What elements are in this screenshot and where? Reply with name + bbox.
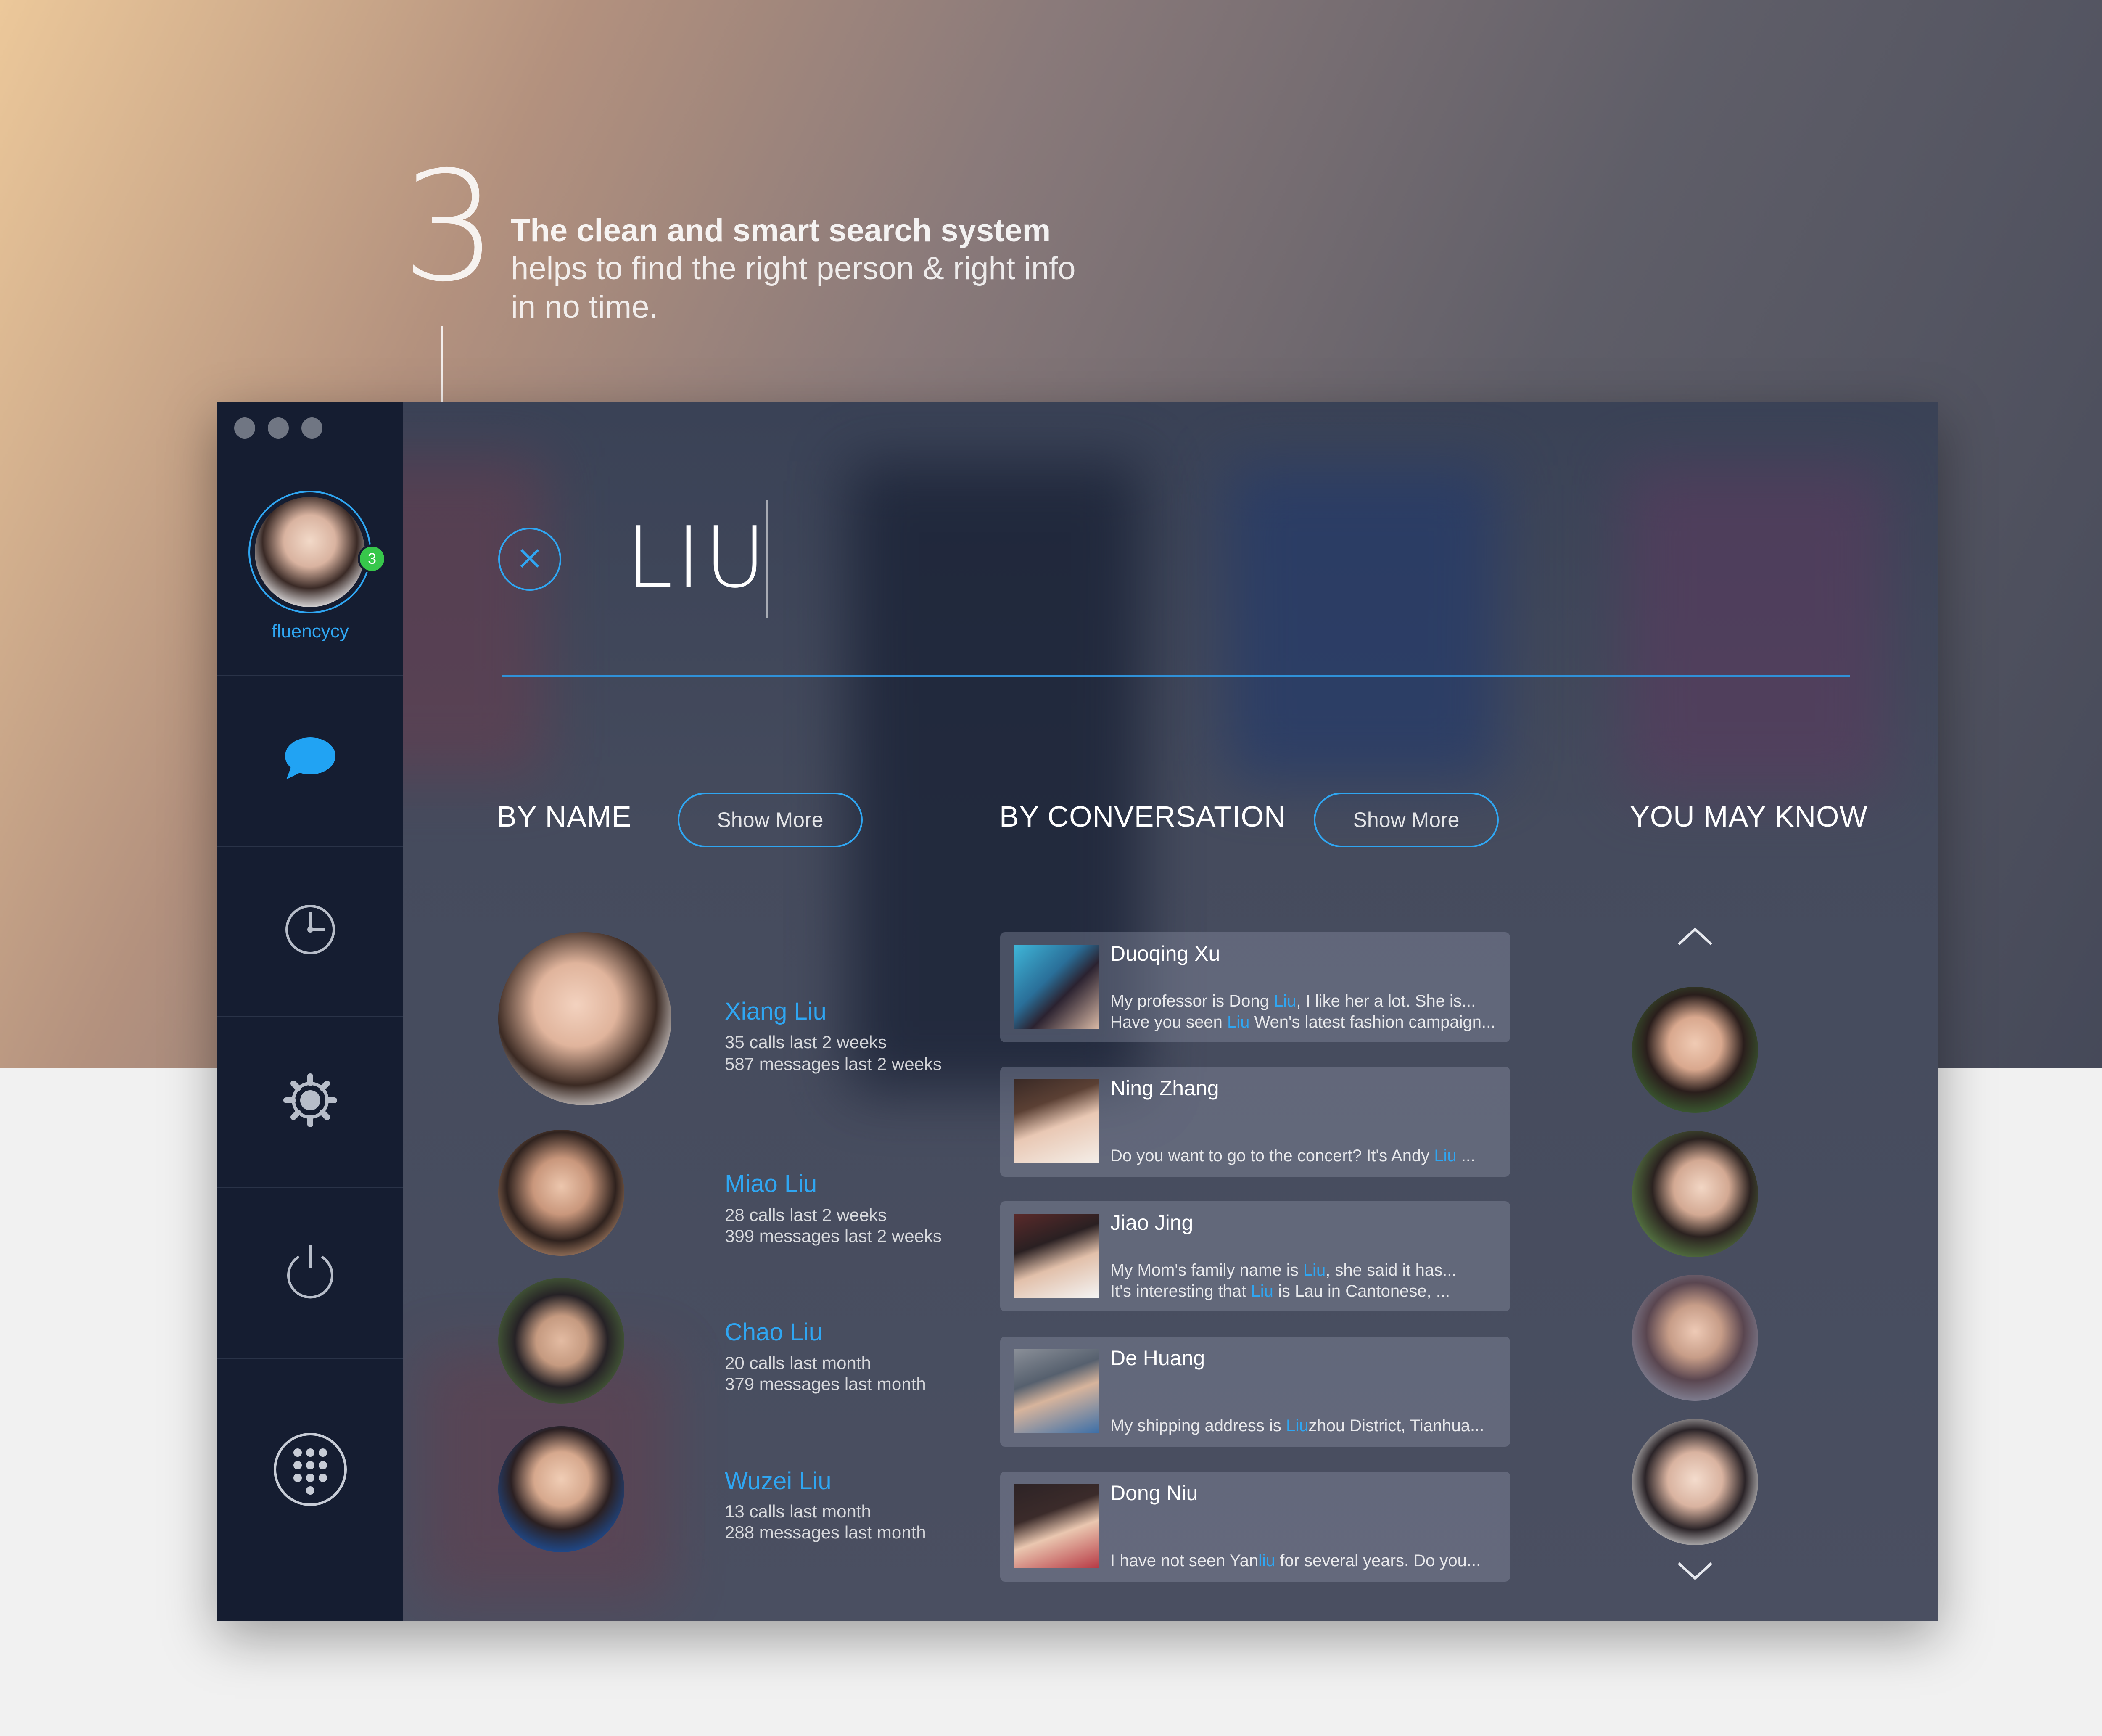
sidebar-item-settings[interactable] — [217, 1017, 403, 1185]
person-name: Miao Liu — [725, 1170, 817, 1197]
username[interactable]: fluencycy — [217, 621, 403, 642]
conversation-card[interactable]: Ning Zhang Do you want to go to the conc… — [1000, 1067, 1510, 1177]
close-icon — [517, 546, 542, 573]
person-photo — [498, 932, 671, 1105]
person-calls: 13 calls last month — [725, 1501, 871, 1521]
conversation-name: Ning Zhang — [1110, 1076, 1219, 1100]
clear-search-button[interactable] — [498, 528, 561, 591]
conversation-name: De Huang — [1110, 1346, 1205, 1370]
window-minimize-dot[interactable] — [268, 417, 289, 439]
suggested-contact-avatar[interactable] — [1632, 1275, 1758, 1401]
backdrop-blur-blue — [1226, 465, 1500, 781]
window-close-dot[interactable] — [234, 417, 255, 439]
caption-line-2: in no time. — [511, 289, 658, 325]
suggested-contact-avatar[interactable] — [1632, 1419, 1758, 1545]
person-messages: 399 messages last 2 weeks — [725, 1226, 942, 1246]
section-title-by-name: BY NAME — [497, 800, 632, 833]
section-title-by-conversation: BY CONVERSATION — [999, 800, 1286, 833]
power-icon — [283, 1242, 338, 1303]
conversation-name: Dong Niu — [1110, 1481, 1198, 1505]
conversation-card[interactable]: De Huang My shipping address is Liuzhou … — [1000, 1337, 1510, 1447]
suggested-contact-avatar[interactable] — [1632, 987, 1758, 1113]
sidebar-item-recent[interactable] — [217, 846, 403, 1015]
conversation-thumbnail — [1014, 1214, 1099, 1298]
conversation-snippet: I have not seen Yanliu for several years… — [1110, 1551, 1481, 1570]
window-maximize-dot[interactable] — [301, 417, 322, 439]
show-more-by-conversation-button[interactable]: Show More — [1314, 793, 1499, 847]
person-calls: 28 calls last 2 weeks — [725, 1205, 887, 1225]
sidebar-item-chat[interactable] — [217, 676, 403, 844]
show-more-by-name-button[interactable]: Show More — [678, 793, 863, 847]
person-name: Chao Liu — [725, 1319, 823, 1346]
person-photo — [498, 1130, 624, 1256]
scroll-down-button[interactable] — [1676, 1561, 1714, 1584]
conversation-snippet: My Mom's family name is Liu, she said it… — [1110, 1261, 1457, 1279]
gear-icon — [283, 1073, 338, 1130]
caption-title: The clean and smart search system — [511, 213, 1051, 248]
person-messages: 288 messages last month — [725, 1522, 926, 1542]
conversation-name: Jiao Jing — [1110, 1211, 1194, 1234]
conversation-thumbnail — [1014, 1079, 1099, 1163]
conversation-snippet: Do you want to go to the concert? It's A… — [1110, 1147, 1476, 1165]
suggested-contact-avatar[interactable] — [1632, 1131, 1758, 1257]
conversation-snippet: Have you seen Liu Wen's latest fashion c… — [1110, 1013, 1496, 1031]
caption-line-1: helps to find the right person & right i… — [511, 251, 1076, 286]
conversation-snippet: My professor is Dong Liu, I like her a l… — [1110, 992, 1476, 1010]
caption: The clean and smart search system helps … — [511, 212, 1183, 327]
person-name: Wuzei Liu — [725, 1467, 832, 1495]
chevron-down-icon — [1676, 1562, 1714, 1583]
dialpad-icon — [272, 1432, 348, 1509]
sidebar-item-dialpad[interactable] — [217, 1386, 403, 1554]
conversation-thumbnail — [1014, 1349, 1099, 1433]
conversation-card[interactable]: Duoqing Xu My professor is Dong Liu, I l… — [1000, 932, 1510, 1042]
conversation-thumbnail — [1014, 1484, 1099, 1568]
conversation-snippet: It's interesting that Liu is Lau in Cant… — [1110, 1282, 1450, 1300]
clock-icon — [283, 902, 338, 959]
conversation-name: Duoqing Xu — [1110, 942, 1220, 965]
step-number: 3 — [401, 139, 498, 315]
sidebar-item-power[interactable] — [217, 1188, 403, 1356]
search-underline — [502, 675, 1850, 677]
conversation-snippet: My shipping address is Liuzhou District,… — [1110, 1416, 1484, 1435]
person-messages: 379 messages last month — [725, 1374, 926, 1394]
search-caret — [766, 500, 768, 618]
sidebar-divider — [217, 1358, 403, 1359]
avatar-photo — [255, 497, 365, 607]
person-name: Xiang Liu — [725, 998, 827, 1025]
conversation-thumbnail — [1014, 945, 1099, 1029]
person-calls: 20 calls last month — [725, 1353, 871, 1373]
notification-badge: 3 — [358, 544, 386, 573]
search-input[interactable]: LIU — [626, 516, 769, 600]
conversation-card[interactable]: Jiao Jing My Mom's family name is Liu, s… — [1000, 1201, 1510, 1311]
conversation-card[interactable]: Dong Niu I have not seen Yanliu for seve… — [1000, 1472, 1510, 1582]
person-photo — [498, 1278, 624, 1404]
person-messages: 587 messages last 2 weeks — [725, 1054, 942, 1074]
sidebar: 3 fluencycy — [217, 402, 403, 1621]
avatar[interactable] — [248, 491, 371, 613]
backdrop-blur-purple — [1626, 465, 1886, 793]
scroll-up-button[interactable] — [1676, 926, 1714, 949]
app-window: 3 fluencycy LIU BY NAME Show More BY CON… — [217, 402, 1938, 1621]
chevron-up-icon — [1676, 927, 1714, 949]
person-calls: 35 calls last 2 weeks — [725, 1032, 887, 1052]
section-title-you-may-know: YOU MAY KNOW — [1630, 800, 1868, 833]
person-photo — [498, 1426, 624, 1552]
chat-icon — [283, 736, 338, 784]
